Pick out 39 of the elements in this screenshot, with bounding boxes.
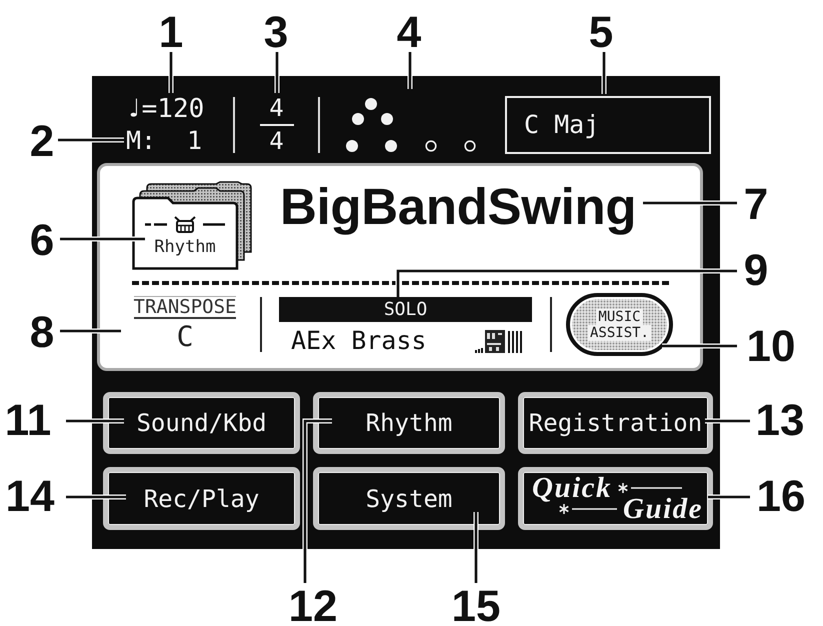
measure-number: 1 <box>186 124 202 156</box>
callout-number: 11 <box>4 403 52 438</box>
menu-button[interactable]: Rhythm <box>313 392 505 454</box>
callout-number: 6 <box>30 223 54 258</box>
callout-number: 5 <box>588 15 614 50</box>
callout-number: 9 <box>744 253 768 288</box>
menu-button[interactable]: System <box>313 467 505 530</box>
asterisk-line-icon <box>559 503 617 515</box>
time-signature-numerator: 4 <box>269 96 284 120</box>
callout-number: 14 <box>6 479 54 514</box>
callout-number: 7 <box>744 187 768 222</box>
measure-label: M: <box>126 124 156 156</box>
transpose-label: TRANSPOSE <box>134 296 236 319</box>
key-display: C Maj <box>505 96 711 154</box>
callout-number: 10 <box>746 329 796 364</box>
mode-banner: SOLO <box>279 297 532 322</box>
callout-number: 16 <box>756 479 806 514</box>
drum-icon <box>145 216 225 233</box>
tempo-readout: ♩=120 <box>126 92 204 124</box>
callout-number: 12 <box>288 589 338 624</box>
transpose-value: C <box>176 321 194 353</box>
menu-button[interactable]: Rec/Play <box>103 467 300 530</box>
callout-number: 2 <box>30 124 54 159</box>
level-meter-icon <box>475 329 523 353</box>
callout-number: 1 <box>158 15 184 50</box>
guide-button[interactable]: Quick Guide <box>518 467 713 530</box>
callout-number: 4 <box>396 15 422 50</box>
tone-name: AEx Brass <box>291 328 426 354</box>
rhythm-name: BigBandSwing <box>280 179 636 236</box>
folder-label: Rhythm <box>154 236 216 258</box>
music-assist-button[interactable]: MUSIC ASSIST. <box>566 293 673 356</box>
menu-button[interactable]: Registration <box>518 392 713 454</box>
callout-number: 13 <box>756 403 804 438</box>
menu-button[interactable]: Sound/Kbd <box>103 392 300 454</box>
callout-number: 3 <box>264 15 288 50</box>
time-signature-denominator: 4 <box>269 128 284 154</box>
callout-number: 15 <box>452 589 500 624</box>
callout-number: 8 <box>30 315 54 350</box>
asterisk-line-icon <box>618 482 682 494</box>
